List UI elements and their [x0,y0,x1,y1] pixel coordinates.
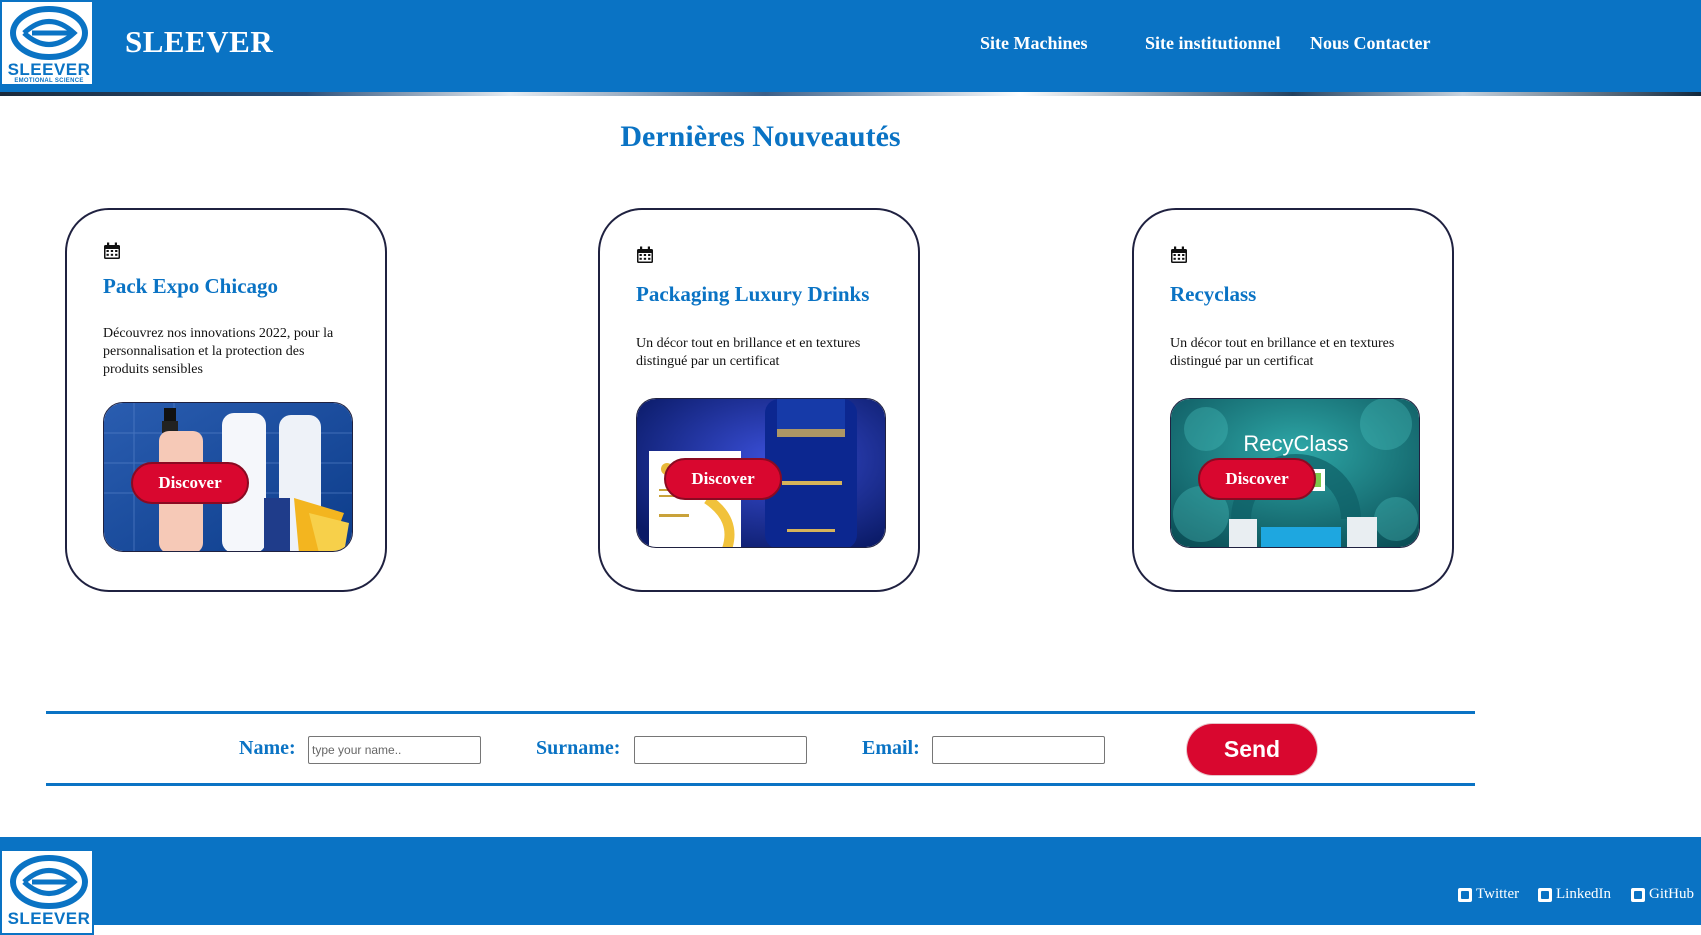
sleever-logo-icon [10,6,88,60]
card-title: Pack Expo Chicago [103,274,279,298]
nav-site-institutionnel[interactable]: Site institutionnel [1145,33,1281,54]
surname-label: Surname: [536,737,621,759]
calendar-icon [1171,246,1187,263]
sleever-logo-icon [10,855,88,909]
site-header: SLEEVER EMOTIONAL SCIENCE SLEEVER Site M… [0,0,1701,92]
logo-wordmark: SLEEVER [7,909,91,928]
name-label: Name: [239,737,296,759]
nav-nous-contacter[interactable]: Nous Contacter [1310,33,1430,54]
form-bottom-divider [46,783,1475,786]
logo-wordmark: SLEEVER [7,60,91,79]
card-description: Un décor tout en brillance et en texture… [1170,336,1395,369]
twitter-label: Twitter [1476,886,1520,902]
discover-button[interactable]: Discover [131,462,249,504]
send-button[interactable]: Send [1187,724,1317,775]
form-top-divider [46,711,1475,714]
card-title: Recyclass [1170,282,1257,306]
calendar-icon [637,246,653,263]
site-footer: SLEEVER Twitter LinkedIn GitHub [0,837,1701,935]
calendar-icon [104,242,120,259]
brand-title: SLEEVER [125,24,274,59]
email-input[interactable] [932,736,1105,764]
linkedin-label: LinkedIn [1556,886,1611,902]
menu-overflow-icon[interactable]: ⋮ [1695,34,1701,54]
discover-button[interactable]: Discover [1198,458,1316,500]
twitter-icon [1458,887,1472,902]
discover-button[interactable]: Discover [664,458,782,500]
twitter-link[interactable]: Twitter [1458,886,1519,903]
github-link[interactable]: GitHub [1631,886,1694,903]
logo-tagline: EMOTIONAL SCIENCE [14,78,84,84]
github-icon [1631,887,1645,902]
name-input[interactable] [308,736,481,764]
recyclass-image-text: RecyClass [1243,431,1349,456]
section-title: Dernières Nouveautés [620,120,901,153]
linkedin-icon [1538,887,1552,902]
card-description: Découvrez nos innovations 2022, pour la … [103,326,334,377]
card-description: Un décor tout en brillance et en texture… [636,336,861,369]
email-label: Email: [862,737,920,759]
header-banner-strip [0,92,1701,96]
news-card-recyclass: Recyclass Un décor tout en brillance et … [1132,208,1454,592]
footer-logo[interactable]: SLEEVER [0,849,94,935]
sleever-logo[interactable]: SLEEVER EMOTIONAL SCIENCE [0,0,94,86]
github-label: GitHub [1649,886,1694,902]
nav-site-machines[interactable]: Site Machines [980,33,1088,54]
card-title: Packaging Luxury Drinks [636,282,870,306]
news-card-luxury-drinks: Packaging Luxury Drinks Un décor tout en… [598,208,920,592]
linkedin-link[interactable]: LinkedIn [1538,886,1611,903]
surname-input[interactable] [634,736,807,764]
news-card-pack-expo: Pack Expo Chicago Découvrez nos innovati… [65,208,387,592]
